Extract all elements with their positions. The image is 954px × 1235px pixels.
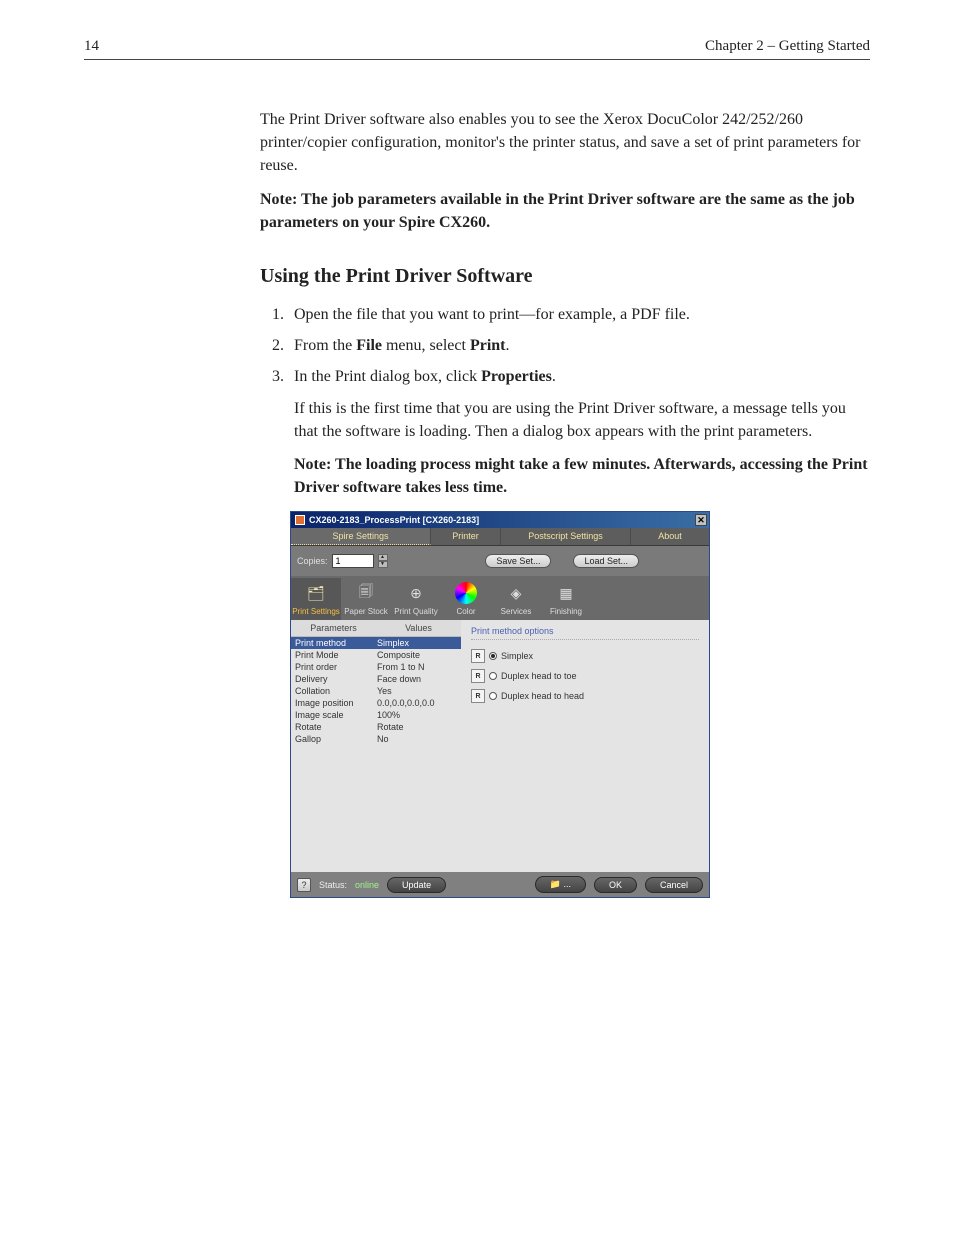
dialog-footer: ? Status: online Update 📁 ... OK Cancel bbox=[291, 872, 709, 897]
param-value: Simplex bbox=[377, 638, 457, 648]
radio-row[interactable]: R Duplex head to head bbox=[471, 686, 699, 706]
param-row[interactable]: CollationYes bbox=[291, 685, 461, 697]
page-icon: R bbox=[471, 649, 485, 663]
finishing-icon: ▦ bbox=[555, 582, 577, 604]
radio-button[interactable] bbox=[489, 672, 497, 680]
step-1: Open the file that you want to print—for… bbox=[288, 303, 870, 326]
tab-printer[interactable]: Printer bbox=[431, 528, 501, 545]
param-row[interactable]: Image scale100% bbox=[291, 709, 461, 721]
update-button[interactable]: Update bbox=[387, 877, 446, 893]
chapter-title: Chapter 2 – Getting Started bbox=[705, 38, 870, 55]
status-label: Status: bbox=[319, 880, 347, 890]
dialog-titlebar[interactable]: CX260-2183_ProcessPrint [CX260-2183] ✕ bbox=[291, 512, 709, 528]
param-value: 100% bbox=[377, 710, 457, 720]
color-icon bbox=[455, 582, 477, 604]
param-name: Image position bbox=[295, 698, 377, 708]
load-set-button[interactable]: Load Set... bbox=[573, 554, 639, 568]
options-panel: Print method options R Simplex R Duplex hea… bbox=[461, 620, 709, 872]
note-text: The job parameters available in the Prin… bbox=[260, 191, 855, 231]
radio-row[interactable]: R Simplex bbox=[471, 646, 699, 666]
cat-paper-stock[interactable]: 🗐 Paper Stock bbox=[341, 578, 391, 620]
param-value: Face down bbox=[377, 674, 457, 684]
param-value: Rotate bbox=[377, 722, 457, 732]
help-button[interactable]: ? bbox=[297, 878, 311, 892]
param-name: Print order bbox=[295, 662, 377, 672]
dialog-title: CX260-2183_ProcessPrint [CX260-2183] bbox=[309, 515, 479, 525]
copies-label: Copies: bbox=[297, 556, 328, 566]
param-name: Gallop bbox=[295, 734, 377, 744]
param-value: 0.0,0.0,0.0,0.0 bbox=[377, 698, 457, 708]
note2-label: Note: bbox=[294, 456, 331, 473]
intro-paragraph: The Print Driver software also enables y… bbox=[260, 108, 870, 178]
print-quality-icon: ⊕ bbox=[405, 582, 427, 604]
tab-spire-settings[interactable]: Spire Settings bbox=[291, 528, 431, 545]
tabstrip: Spire Settings Printer Postscript Settin… bbox=[291, 528, 709, 546]
parameters-table: Parameters Values Print methodSimplexPri… bbox=[291, 620, 461, 872]
param-value: Yes bbox=[377, 686, 457, 696]
print-driver-dialog: CX260-2183_ProcessPrint [CX260-2183] ✕ S… bbox=[290, 511, 710, 898]
param-row[interactable]: RotateRotate bbox=[291, 721, 461, 733]
status-value: online bbox=[355, 880, 379, 890]
page-icon: R bbox=[471, 689, 485, 703]
page-header: 14 Chapter 2 – Getting Started bbox=[84, 38, 870, 60]
cat-services[interactable]: ◈ Services bbox=[491, 578, 541, 620]
step-3: In the Print dialog box, click Propertie… bbox=[288, 365, 870, 388]
cat-print-settings[interactable]: 🗂 Print Settings bbox=[291, 578, 341, 620]
services-icon: ◈ bbox=[505, 582, 527, 604]
step3-followup: If this is the first time that you are u… bbox=[294, 397, 870, 443]
radio-label: Duplex head to head bbox=[501, 691, 584, 701]
radio-label: Simplex bbox=[501, 651, 533, 661]
param-row[interactable]: Image position0.0,0.0,0.0,0.0 bbox=[291, 697, 461, 709]
radio-button[interactable] bbox=[489, 652, 497, 660]
intro-note: Note: The job parameters available in th… bbox=[260, 188, 870, 234]
radio-button[interactable] bbox=[489, 692, 497, 700]
param-value: From 1 to N bbox=[377, 662, 457, 672]
copies-toolbar: Copies: 1 ▲▼ Save Set... Load Set... bbox=[291, 546, 709, 576]
cat-finishing[interactable]: ▦ Finishing bbox=[541, 578, 591, 620]
cat-print-quality[interactable]: ⊕ Print Quality bbox=[391, 578, 441, 620]
param-name: Rotate bbox=[295, 722, 377, 732]
param-row[interactable]: Print orderFrom 1 to N bbox=[291, 661, 461, 673]
param-value: Composite bbox=[377, 650, 457, 660]
radio-row[interactable]: R Duplex head to toe bbox=[471, 666, 699, 686]
page-icon: R bbox=[471, 669, 485, 683]
section-heading: Using the Print Driver Software bbox=[260, 262, 870, 291]
param-row[interactable]: Print methodSimplex bbox=[291, 637, 461, 649]
ok-button[interactable]: OK bbox=[594, 877, 637, 893]
close-icon[interactable]: ✕ bbox=[695, 514, 707, 526]
param-name: Collation bbox=[295, 686, 377, 696]
step-2: From the File menu, select Print. bbox=[288, 334, 870, 357]
tab-postscript-settings[interactable]: Postscript Settings bbox=[501, 528, 631, 545]
param-row[interactable]: Print ModeComposite bbox=[291, 649, 461, 661]
param-row[interactable]: DeliveryFace down bbox=[291, 673, 461, 685]
param-value: No bbox=[377, 734, 457, 744]
paper-stock-icon: 🗐 bbox=[355, 582, 377, 604]
page-number: 14 bbox=[84, 38, 99, 55]
steps-list: Open the file that you want to print—for… bbox=[288, 303, 870, 389]
step3-note: Note: The loading process might take a f… bbox=[294, 453, 870, 499]
copies-input[interactable]: 1 bbox=[332, 554, 374, 568]
note2-text: The loading process might take a few min… bbox=[294, 456, 868, 496]
parameters-header: Parameters Values bbox=[291, 620, 461, 637]
save-set-button[interactable]: Save Set... bbox=[485, 554, 551, 568]
param-name: Print method bbox=[295, 638, 377, 648]
app-icon bbox=[295, 515, 305, 525]
param-name: Delivery bbox=[295, 674, 377, 684]
category-row: 🗂 Print Settings 🗐 Paper Stock ⊕ Print Q… bbox=[291, 576, 709, 620]
print-settings-icon: 🗂 bbox=[305, 582, 327, 604]
group-label: Print method options bbox=[471, 626, 699, 640]
settings-panel: Parameters Values Print methodSimplexPri… bbox=[291, 620, 709, 872]
param-name: Image scale bbox=[295, 710, 377, 720]
tab-about[interactable]: About bbox=[631, 528, 709, 545]
cancel-button[interactable]: Cancel bbox=[645, 877, 703, 893]
save-as-button[interactable]: 📁 ... bbox=[535, 876, 586, 893]
cat-color[interactable]: Color bbox=[441, 578, 491, 620]
param-row[interactable]: GallopNo bbox=[291, 733, 461, 745]
note-label: Note: bbox=[260, 191, 297, 208]
radio-label: Duplex head to toe bbox=[501, 671, 577, 681]
copies-spinner[interactable]: ▲▼ bbox=[378, 554, 388, 568]
param-name: Print Mode bbox=[295, 650, 377, 660]
